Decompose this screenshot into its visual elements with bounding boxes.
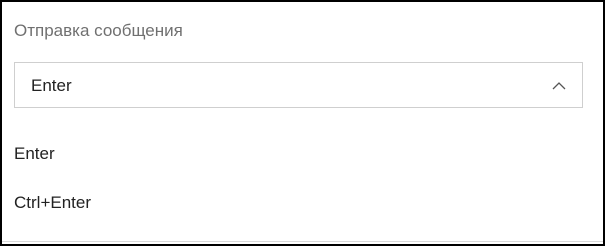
dropdown-option-ctrl-enter[interactable]: Ctrl+Enter	[2, 183, 603, 223]
dropdown-options-list: Enter Ctrl+Enter	[2, 122, 603, 244]
chevron-up-icon[interactable]	[549, 76, 569, 96]
option-label: Ctrl+Enter	[14, 193, 91, 212]
selected-value: Enter	[31, 76, 72, 95]
send-message-label: Отправка сообщения	[14, 21, 183, 40]
dropdown-option-enter[interactable]: Enter	[2, 134, 603, 174]
send-message-select[interactable]: Enter	[14, 62, 583, 108]
message-send-settings-panel: Отправка сообщения Enter Enter Ctrl+Ente…	[0, 0, 605, 246]
dropdown-divider	[2, 241, 603, 242]
option-label: Enter	[14, 144, 55, 163]
